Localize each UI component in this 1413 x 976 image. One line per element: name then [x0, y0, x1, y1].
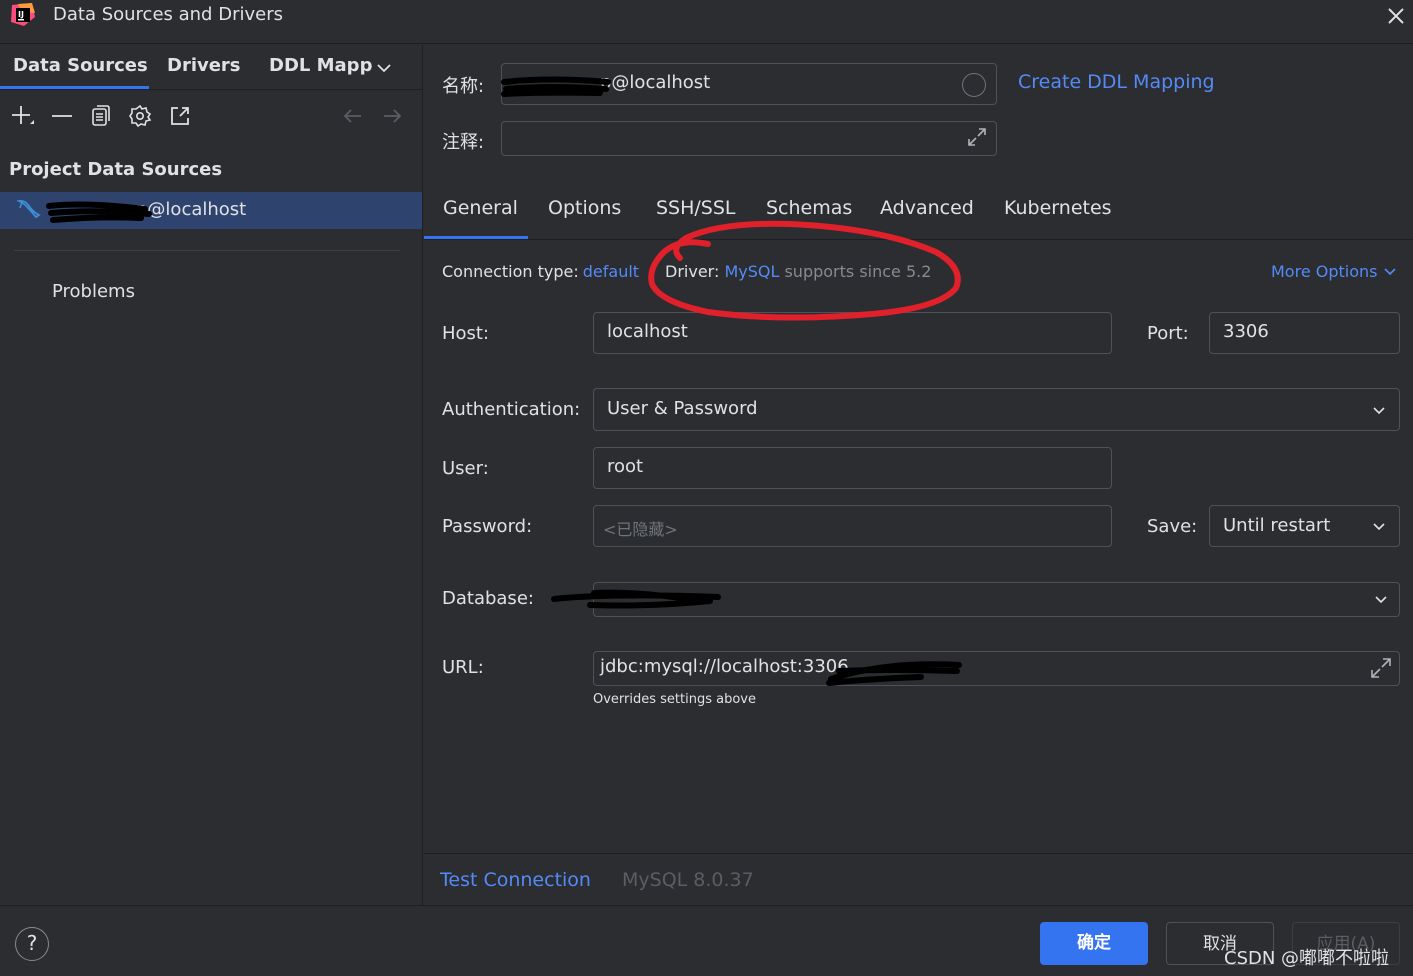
add-icon[interactable]	[10, 104, 34, 128]
divider	[424, 239, 1413, 240]
expand-icon[interactable]	[1369, 656, 1393, 680]
url-hint: Overrides settings above	[593, 692, 756, 707]
user-value: root	[607, 456, 644, 477]
database-label: Database:	[442, 588, 534, 609]
user-field[interactable]	[593, 447, 1112, 489]
connection-type: Connection type: default	[442, 262, 639, 281]
password-placeholder: <已隐藏>	[603, 520, 678, 539]
comment-field[interactable]	[501, 121, 997, 156]
tab-data-sources[interactable]: Data Sources	[13, 55, 148, 76]
problems-item[interactable]: Problems	[52, 281, 135, 302]
color-picker-icon[interactable]	[962, 73, 986, 97]
more-options-link[interactable]: More Options	[1271, 262, 1377, 281]
url-label: URL:	[442, 657, 484, 678]
driver-link[interactable]: MySQL	[724, 262, 779, 281]
connection-type-link[interactable]: default	[583, 262, 639, 281]
name-value: p@localhost	[600, 72, 711, 93]
svg-text:IJ: IJ	[18, 10, 24, 19]
test-connection-link[interactable]: Test Connection	[440, 869, 591, 891]
port-value: 3306	[1223, 321, 1269, 342]
name-label: 名称:	[442, 76, 485, 97]
back-icon[interactable]	[341, 104, 365, 128]
intellij-logo-icon: IJ	[11, 3, 35, 26]
expand-icon[interactable]	[966, 126, 988, 148]
url-value: jdbc:mysql://localhost:3306	[600, 656, 849, 677]
create-ddl-mapping-link[interactable]: Create DDL Mapping	[1018, 71, 1215, 93]
connection-type-label: Connection type:	[442, 262, 579, 281]
tab-schemas[interactable]: Schemas	[766, 197, 852, 219]
divider	[14, 250, 400, 251]
tab-ssh-ssl[interactable]: SSH/SSL	[656, 197, 736, 219]
tab-kubernetes[interactable]: Kubernetes	[1004, 197, 1112, 219]
watermark: CSDN @嘟嘟不啦啦	[1224, 948, 1390, 969]
go-to-icon[interactable]	[168, 104, 192, 128]
tab-options[interactable]: Options	[548, 197, 621, 219]
tab-drivers[interactable]: Drivers	[167, 55, 241, 76]
name-field[interactable]	[501, 63, 997, 105]
authentication-value: User & Password	[607, 398, 758, 419]
mysql-dolphin-icon	[17, 199, 41, 219]
tab-ddl-mappings[interactable]: DDL Mapp	[269, 55, 372, 76]
host-value: localhost	[607, 321, 688, 342]
chevron-down-icon[interactable]	[1370, 401, 1388, 419]
database-select[interactable]	[593, 582, 1400, 617]
save-value: Until restart	[1223, 515, 1331, 536]
tab-advanced[interactable]: Advanced	[880, 197, 974, 219]
port-label: Port:	[1147, 323, 1189, 344]
help-button[interactable]: ?	[15, 927, 49, 961]
settings-icon[interactable]	[128, 104, 152, 128]
chevron-down-icon[interactable]	[1372, 590, 1390, 608]
user-label: User:	[442, 458, 489, 479]
forward-icon[interactable]	[380, 104, 404, 128]
server-version: MySQL 8.0.37	[622, 869, 754, 891]
driver-note: supports since 5.2	[784, 262, 932, 281]
chevron-down-icon[interactable]	[376, 60, 392, 76]
comment-label: 注释:	[442, 132, 485, 153]
remove-icon[interactable]	[50, 104, 74, 128]
ok-button[interactable]: 确定	[1040, 922, 1148, 965]
tab-general[interactable]: General	[443, 197, 518, 219]
authentication-label: Authentication:	[442, 399, 581, 420]
divider	[0, 89, 423, 90]
save-label: Save:	[1147, 516, 1198, 537]
driver-info: Driver: MySQL supports since 5.2	[665, 262, 931, 281]
password-label: Password:	[442, 516, 533, 537]
window-title: Data Sources and Drivers	[53, 4, 283, 25]
duplicate-icon[interactable]	[89, 104, 113, 128]
chevron-down-icon[interactable]	[1382, 264, 1398, 280]
chevron-down-icon[interactable]	[1370, 517, 1388, 535]
section-title: Project Data Sources	[9, 159, 223, 180]
driver-label: Driver:	[665, 262, 720, 281]
close-icon[interactable]	[1384, 4, 1408, 28]
host-label: Host:	[442, 323, 490, 344]
datasource-label: p@localhost	[136, 199, 247, 220]
